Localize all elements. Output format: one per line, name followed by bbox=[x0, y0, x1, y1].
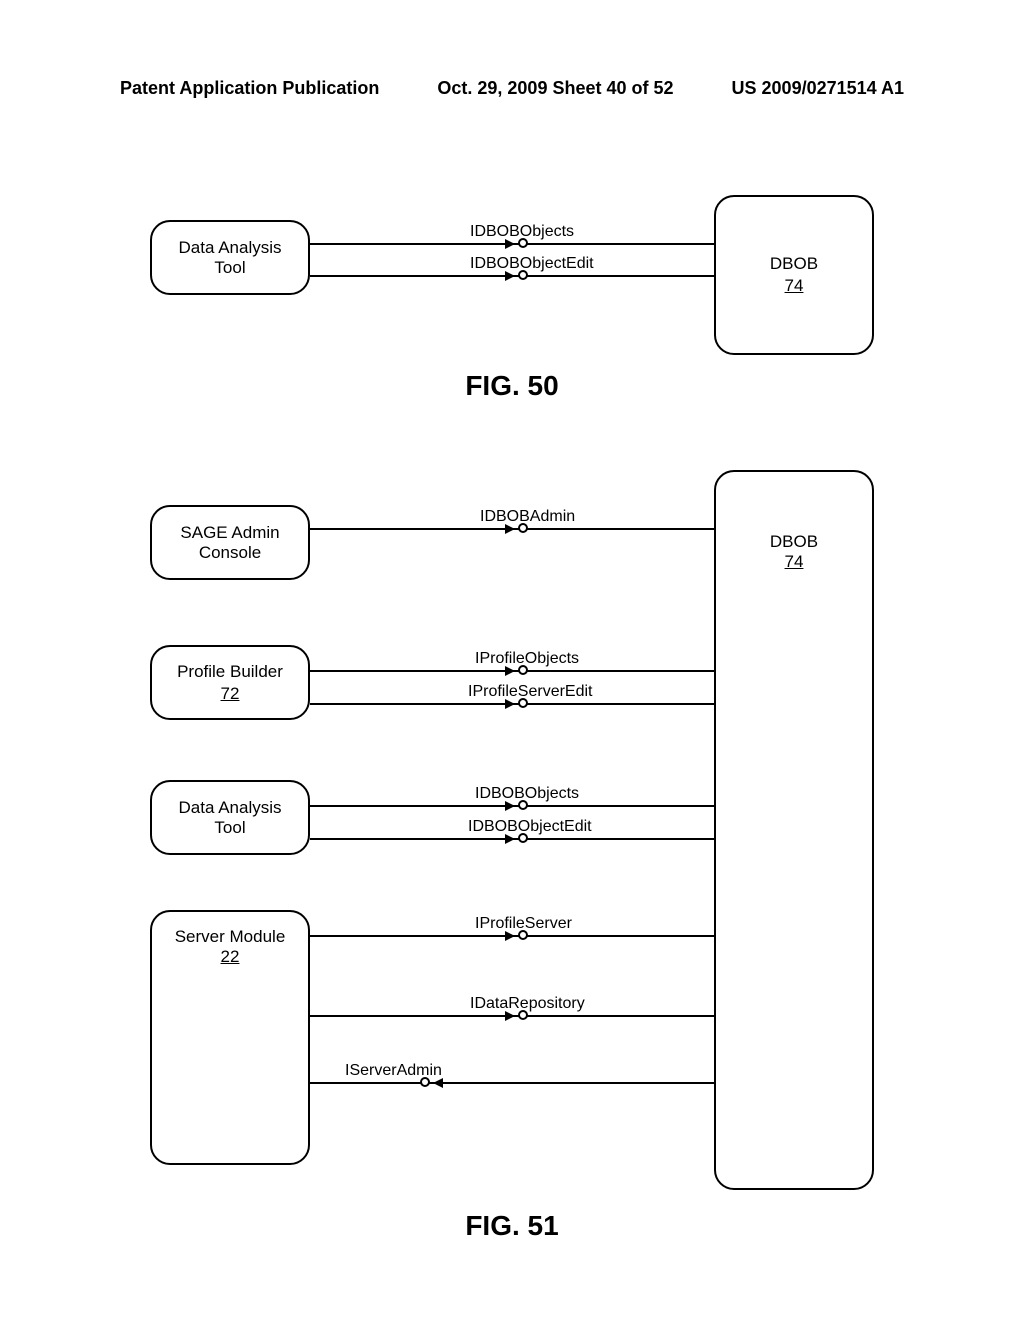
box-label: Profile Builder bbox=[177, 662, 283, 682]
ref-number: 74 bbox=[785, 276, 804, 296]
lollipop-icon bbox=[518, 698, 528, 708]
interface-label: IProfileServerEdit bbox=[468, 683, 593, 701]
dbob-box: DBOB 74 bbox=[714, 195, 874, 355]
arrow-icon bbox=[505, 931, 515, 941]
lollipop-icon bbox=[518, 1010, 528, 1020]
arrow-icon bbox=[505, 834, 515, 844]
interface-label: IDBOBAdmin bbox=[480, 508, 575, 526]
arrow-icon bbox=[505, 524, 515, 534]
profile-builder-box: Profile Builder 72 bbox=[150, 645, 310, 720]
box-label: SAGE Admin Console bbox=[180, 523, 279, 563]
ref-number: 72 bbox=[221, 684, 240, 704]
lollipop-icon bbox=[518, 270, 528, 280]
figure-50-diagram: Data Analysis Tool DBOB 74 IDBOBObjects … bbox=[130, 195, 894, 355]
box-label: DBOB bbox=[770, 532, 818, 551]
figure-50-label: FIG. 50 bbox=[0, 370, 1024, 402]
box-label: Server Module bbox=[175, 927, 286, 946]
header-left: Patent Application Publication bbox=[120, 78, 379, 99]
ref-number: 74 bbox=[785, 552, 804, 571]
lollipop-icon bbox=[518, 238, 528, 248]
box-label: Data Analysis Tool bbox=[179, 798, 282, 838]
arrow-icon bbox=[505, 699, 515, 709]
server-module-box: Server Module 22 bbox=[150, 910, 310, 1165]
header-center: Oct. 29, 2009 Sheet 40 of 52 bbox=[437, 78, 673, 99]
box-label: DBOB bbox=[770, 254, 818, 274]
interface-label: IProfileObjects bbox=[475, 650, 579, 668]
arrow-icon bbox=[505, 239, 515, 249]
sage-admin-console-box: SAGE Admin Console bbox=[150, 505, 310, 580]
connector-line bbox=[310, 1082, 715, 1084]
interface-label: IDBOBObjects bbox=[475, 785, 579, 803]
arrow-icon bbox=[505, 801, 515, 811]
header-right: US 2009/0271514 A1 bbox=[732, 78, 904, 99]
arrow-icon bbox=[505, 271, 515, 281]
interface-label: IDataRepository bbox=[470, 995, 585, 1013]
lollipop-icon bbox=[518, 833, 528, 843]
page-header: Patent Application Publication Oct. 29, … bbox=[0, 78, 1024, 99]
lollipop-icon bbox=[518, 523, 528, 533]
figure-51-diagram: DBOB 74 SAGE Admin Console IDBOBAdmin Pr… bbox=[130, 470, 894, 1190]
box-label: Data Analysis Tool bbox=[179, 238, 282, 278]
lollipop-icon bbox=[518, 930, 528, 940]
lollipop-icon bbox=[420, 1077, 430, 1087]
arrow-icon bbox=[505, 1011, 515, 1021]
interface-label: IDBOBObjectEdit bbox=[468, 818, 592, 836]
data-analysis-tool-box: Data Analysis Tool bbox=[150, 220, 310, 295]
arrow-icon bbox=[505, 666, 515, 676]
arrow-icon bbox=[433, 1078, 443, 1088]
interface-label: IDBOBObjectEdit bbox=[470, 255, 594, 273]
data-analysis-tool-box: Data Analysis Tool bbox=[150, 780, 310, 855]
figure-51-label: FIG. 51 bbox=[0, 1210, 1024, 1242]
ref-number: 22 bbox=[221, 947, 240, 966]
lollipop-icon bbox=[518, 665, 528, 675]
lollipop-icon bbox=[518, 800, 528, 810]
dbob-box-tall: DBOB 74 bbox=[714, 470, 874, 1190]
